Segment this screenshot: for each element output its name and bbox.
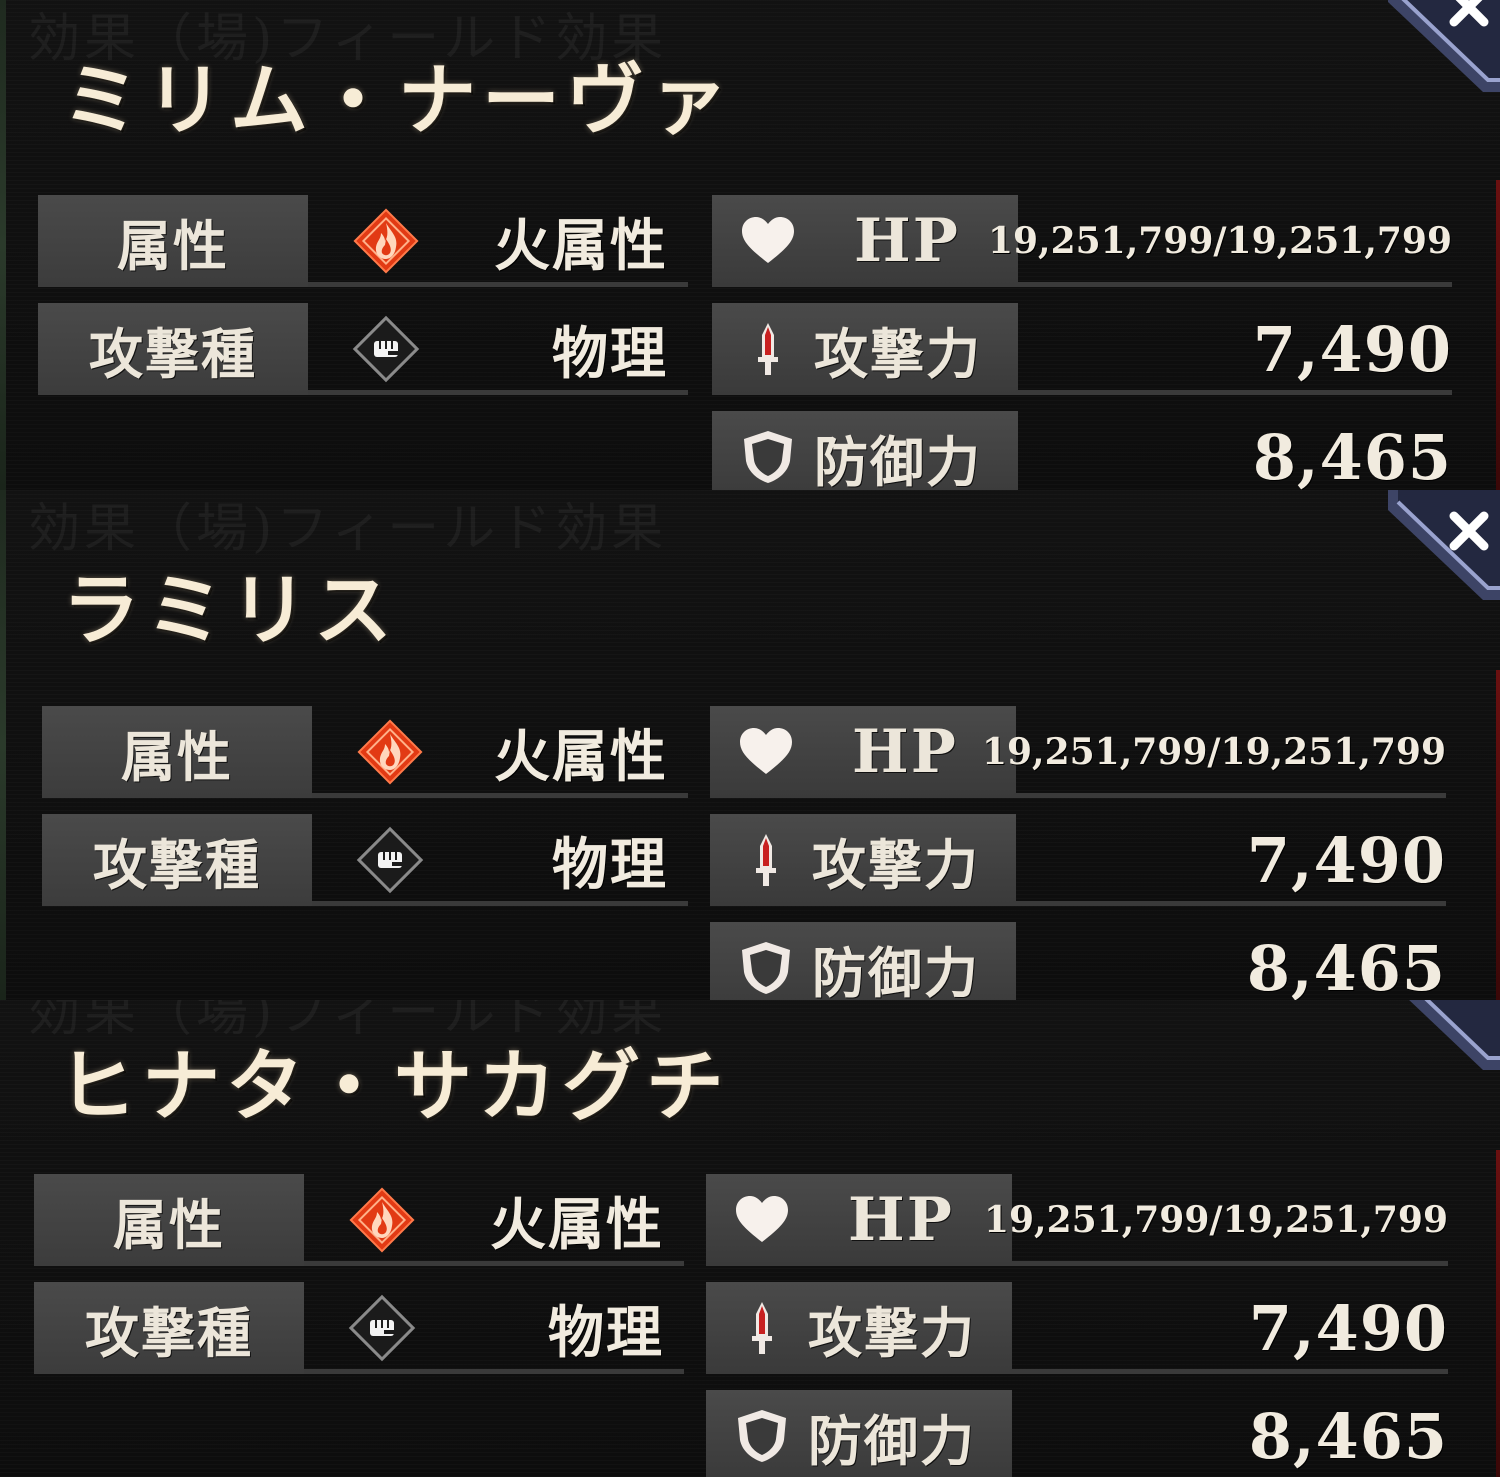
- attack-type-label: 攻撃種: [42, 814, 312, 906]
- hp-label: HP: [706, 1174, 1012, 1266]
- fist-icon: [352, 315, 420, 383]
- defense-label: 防御力: [706, 1390, 1012, 1477]
- hp-label: HP: [712, 195, 1018, 287]
- attack-row: 攻撃力 7,490: [710, 814, 1446, 906]
- defense-row: 防御力 8,465: [712, 411, 1452, 490]
- character-name: ラミリス: [62, 565, 399, 656]
- hp-value: 19,251,799/19,251,799: [981, 731, 1446, 773]
- fist-icon: [356, 826, 424, 894]
- attack-value: 7,490: [1246, 823, 1446, 897]
- attack-label: 攻撃力: [712, 303, 1018, 395]
- row-underline: [308, 390, 688, 395]
- defense-label-text: 防御力: [808, 1408, 976, 1473]
- heart-icon: [740, 728, 792, 774]
- row-underline: [312, 901, 688, 906]
- row-underline: [304, 1369, 684, 1374]
- attack-label-text: 攻撃力: [812, 832, 980, 897]
- character-panel: 効果（場)フィールド効果 ミリム・ナーヴァ 属性 火属性 攻撃種 物理 HP 1…: [0, 0, 1500, 490]
- attack-type-value: 物理: [552, 831, 668, 898]
- attribute-value: 火属性: [494, 723, 668, 790]
- attack-type-row: 攻撃種 物理: [38, 303, 688, 395]
- attack-type-row: 攻撃種 物理: [34, 1282, 684, 1374]
- attack-type-row: 攻撃種 物理: [42, 814, 688, 906]
- character-panel: 効果（場)フィールド効果 ヒナタ・サカグチ 属性 火属性 攻撃種 物理 HP 1…: [0, 1000, 1500, 1477]
- character-panel: 効果（場)フィールド効果 ラミリス 属性 火属性 攻撃種 物理 HP 19,25…: [0, 490, 1500, 1000]
- hp-label-text: HP: [848, 1185, 954, 1255]
- close-button[interactable]: [1388, 1000, 1500, 1070]
- defense-value: 8,465: [1246, 931, 1446, 1001]
- panel-left-edge: [0, 490, 6, 1000]
- defense-row: 防御力 8,465: [706, 1390, 1448, 1477]
- attack-value: 7,490: [1252, 312, 1452, 386]
- panel-left-edge: [0, 0, 6, 490]
- hp-label: HP: [710, 706, 1016, 798]
- hp-row: HP 19,251,799/19,251,799: [706, 1174, 1448, 1266]
- attack-type-label: 攻撃種: [38, 303, 308, 395]
- attribute-value: 火属性: [490, 1191, 664, 1258]
- attribute-row: 属性 火属性: [34, 1174, 684, 1266]
- row-underline: [1014, 793, 1446, 798]
- attribute-label: 属性: [38, 195, 308, 287]
- fist-icon: [348, 1294, 416, 1362]
- sword-icon: [756, 834, 776, 886]
- attack-value: 7,490: [1248, 1291, 1448, 1365]
- close-icon: [1388, 0, 1500, 92]
- sword-icon: [758, 323, 778, 375]
- attack-label-text: 攻撃力: [808, 1300, 976, 1365]
- attack-type-value: 物理: [548, 1299, 664, 1366]
- hp-value: 19,251,799/19,251,799: [987, 220, 1452, 262]
- character-name: ヒナタ・サカグチ: [58, 1041, 731, 1132]
- hp-row: HP 19,251,799/19,251,799: [710, 706, 1446, 798]
- panel-right-edge: [1496, 670, 1500, 1000]
- row-underline: [1014, 901, 1446, 906]
- row-underline: [1010, 1369, 1448, 1374]
- defense-value: 8,465: [1252, 420, 1452, 491]
- attack-label: 攻撃力: [710, 814, 1016, 906]
- close-icon: [1409, 1000, 1500, 1070]
- row-underline: [312, 793, 688, 798]
- attribute-label: 属性: [42, 706, 312, 798]
- sword-icon: [752, 1302, 772, 1354]
- attack-label: 攻撃力: [706, 1282, 1012, 1374]
- panel-right-edge: [1496, 180, 1500, 490]
- shield-icon: [742, 942, 790, 994]
- attack-label-text: 攻撃力: [814, 321, 982, 386]
- row-underline: [1016, 390, 1452, 395]
- close-icon: [1388, 490, 1500, 600]
- shield-icon: [738, 1410, 786, 1462]
- attribute-row: 属性 火属性: [38, 195, 688, 287]
- shield-icon: [744, 431, 792, 483]
- row-underline: [304, 1261, 684, 1266]
- attribute-label: 属性: [34, 1174, 304, 1266]
- attribute-row: 属性 火属性: [42, 706, 688, 798]
- defense-label: 防御力: [710, 922, 1016, 1000]
- heart-icon: [736, 1196, 788, 1242]
- character-name: ミリム・ナーヴァ: [62, 55, 735, 146]
- row-underline: [1016, 282, 1452, 287]
- close-button[interactable]: [1388, 0, 1500, 92]
- heart-icon: [742, 217, 794, 263]
- panel-right-edge: [1496, 1150, 1500, 1477]
- fire-icon: [349, 1187, 415, 1253]
- fire-icon: [357, 719, 423, 785]
- defense-label-text: 防御力: [812, 940, 980, 1001]
- defense-label: 防御力: [712, 411, 1018, 490]
- attribute-value: 火属性: [494, 212, 668, 279]
- fire-icon: [353, 208, 419, 274]
- row-underline: [308, 282, 688, 287]
- hp-row: HP 19,251,799/19,251,799: [712, 195, 1452, 287]
- hp-value: 19,251,799/19,251,799: [983, 1199, 1448, 1241]
- attack-row: 攻撃力 7,490: [712, 303, 1452, 395]
- defense-label-text: 防御力: [814, 429, 982, 491]
- hp-label-text: HP: [852, 717, 958, 787]
- attack-type-label: 攻撃種: [34, 1282, 304, 1374]
- attack-row: 攻撃力 7,490: [706, 1282, 1448, 1374]
- defense-row: 防御力 8,465: [710, 922, 1446, 1000]
- hp-label-text: HP: [854, 206, 960, 276]
- close-button[interactable]: [1388, 490, 1500, 600]
- row-underline: [1010, 1261, 1448, 1266]
- defense-value: 8,465: [1248, 1399, 1448, 1473]
- attack-type-value: 物理: [552, 320, 668, 387]
